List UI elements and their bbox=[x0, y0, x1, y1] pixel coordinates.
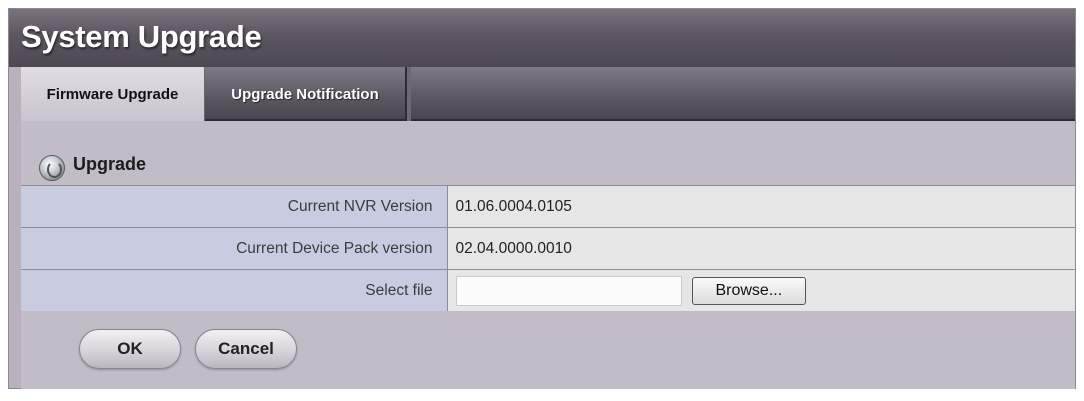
cancel-button[interactable]: Cancel bbox=[195, 329, 297, 369]
upgrade-form-table: Current NVR Version 01.06.0004.0105 Curr… bbox=[21, 185, 1075, 312]
device-pack-version-value: 02.04.0000.0010 bbox=[447, 227, 1075, 270]
tab-bar: Firmware Upgrade Upgrade Notification bbox=[21, 67, 1075, 121]
nvr-version-label: Current NVR Version bbox=[21, 185, 448, 228]
device-pack-version-label: Current Device Pack version bbox=[21, 227, 448, 270]
nvr-version-value: 01.06.0004.0105 bbox=[447, 185, 1075, 228]
upgrade-section-header: Upgrade bbox=[21, 121, 1075, 185]
browse-button[interactable]: Browse... bbox=[691, 276, 806, 305]
ok-button[interactable]: OK bbox=[79, 329, 181, 369]
section-title: Upgrade bbox=[73, 154, 147, 174]
table-row-nvr-version: Current NVR Version 01.06.0004.0105 bbox=[21, 185, 1075, 228]
select-file-label: Select file bbox=[21, 269, 448, 312]
upgrade-disc-icon bbox=[39, 155, 65, 181]
table-row-select-file: Select file Browse... bbox=[21, 269, 1075, 312]
system-upgrade-window: System Upgrade Firmware Upgrade Upgrade … bbox=[8, 8, 1076, 389]
table-row-device-pack-version: Current Device Pack version 02.04.0000.0… bbox=[21, 227, 1075, 270]
select-file-cell: Browse... bbox=[447, 269, 1075, 312]
file-path-input[interactable] bbox=[455, 275, 682, 306]
tab-firmware-upgrade[interactable]: Firmware Upgrade bbox=[21, 67, 205, 121]
tab-upgrade-notification[interactable]: Upgrade Notification bbox=[205, 67, 411, 121]
page-title: System Upgrade bbox=[21, 19, 262, 54]
action-bar: OK Cancel bbox=[21, 311, 1075, 389]
title-bar: System Upgrade bbox=[9, 9, 1075, 67]
